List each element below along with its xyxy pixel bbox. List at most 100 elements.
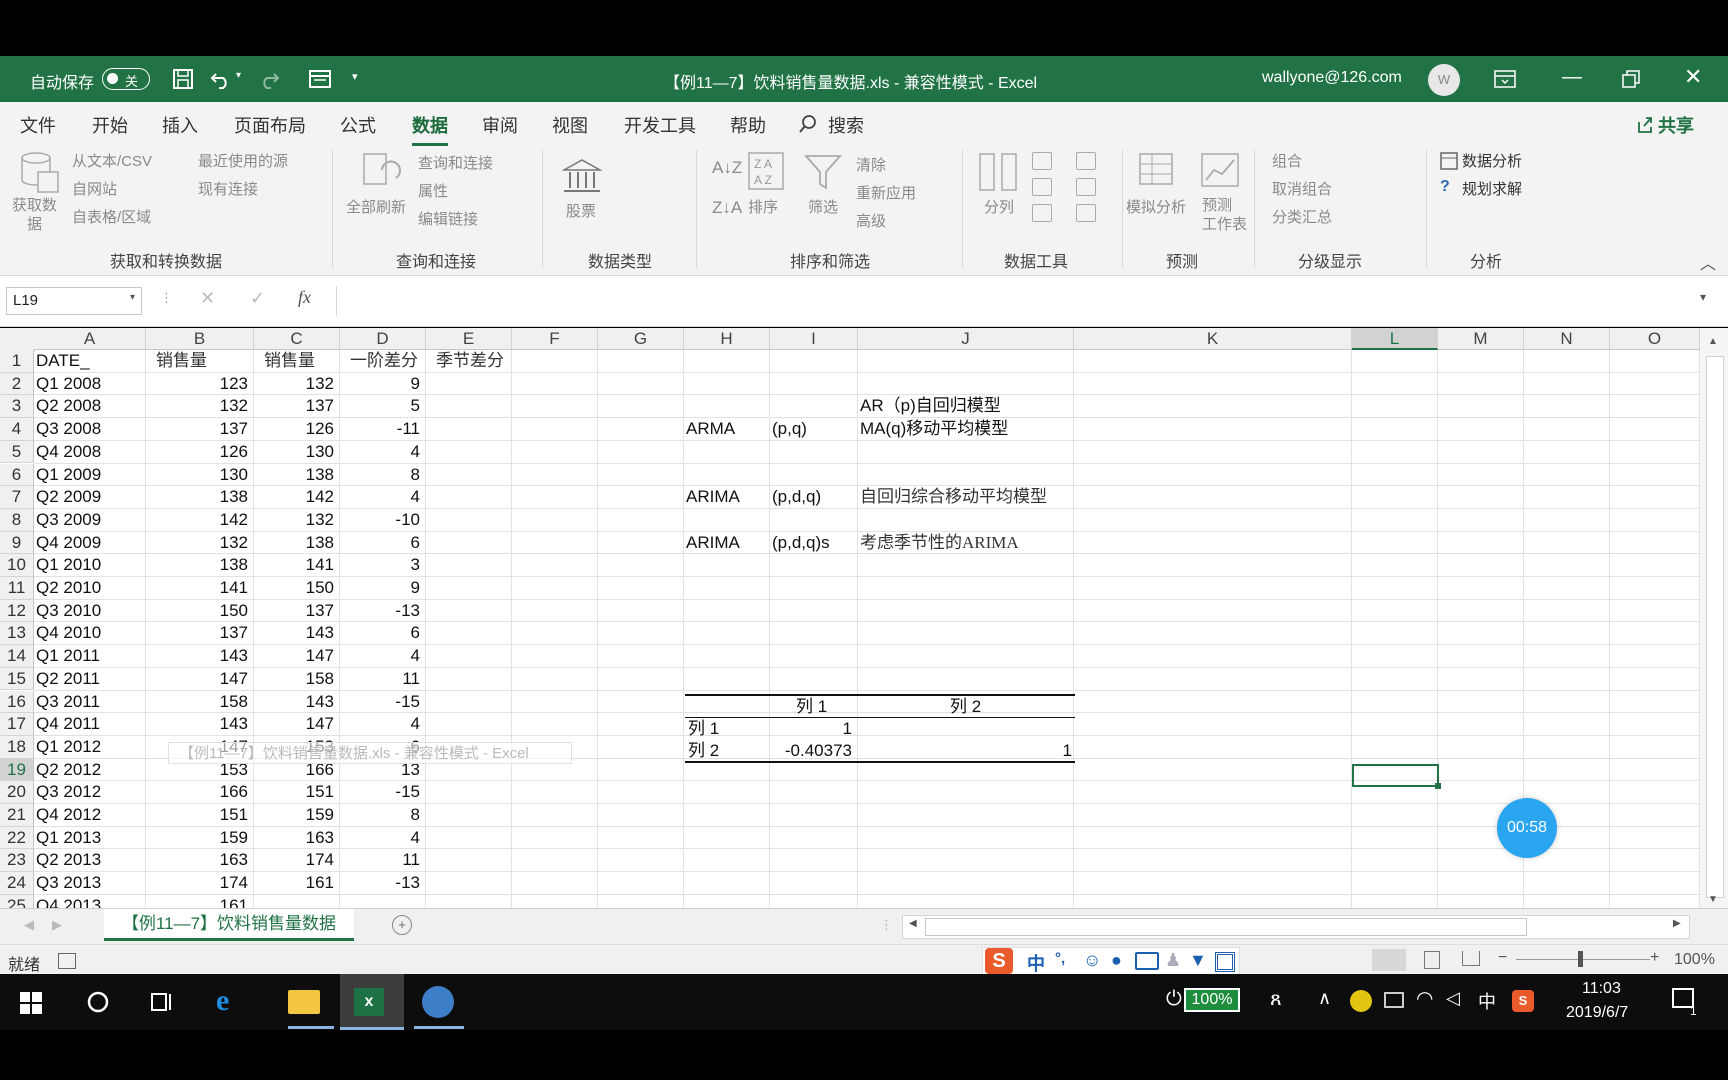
tab-insert[interactable]: 插入: [162, 112, 198, 138]
tab-help[interactable]: 帮助: [730, 112, 766, 138]
vertical-scrollbar[interactable]: ▲ ▼: [1700, 328, 1728, 912]
remove-duplicates-icon[interactable]: [1032, 178, 1052, 196]
save-icon[interactable]: [172, 68, 194, 90]
network-icon[interactable]: ◠: [1416, 986, 1433, 1011]
customize-qat-icon[interactable]: ▾: [352, 70, 358, 83]
cell-d21[interactable]: 8: [340, 804, 420, 826]
sogou-logo-icon[interactable]: S: [985, 948, 1013, 974]
cell-b2[interactable]: 123: [146, 373, 248, 395]
tab-home[interactable]: 开始: [92, 112, 128, 138]
cell-a7[interactable]: Q2 2009: [36, 486, 101, 508]
confirm-entry-icon[interactable]: ✓: [250, 288, 265, 309]
cell-c6[interactable]: 138: [254, 464, 334, 486]
cell-e1[interactable]: 季节差分: [436, 350, 504, 372]
cell-c14[interactable]: 147: [254, 645, 334, 667]
cell-b20[interactable]: 166: [146, 781, 248, 803]
zoom-out-button[interactable]: −: [1498, 949, 1507, 967]
cell-d4[interactable]: -11: [340, 418, 420, 440]
cell-d3[interactable]: 5: [340, 395, 420, 417]
column-header-i[interactable]: I: [770, 328, 858, 350]
cell-a1[interactable]: DATE_: [36, 350, 90, 372]
queries-connections-button[interactable]: 查询和连接: [418, 152, 493, 173]
consolidate-icon[interactable]: [1076, 152, 1096, 170]
cell-c22[interactable]: 163: [254, 827, 334, 849]
power-plug-icon[interactable]: ⏻: [1166, 988, 1182, 1011]
tab-split-icon[interactable]: ⋮: [880, 917, 893, 933]
cell-b21[interactable]: 151: [146, 804, 248, 826]
scroll-left-icon[interactable]: ◀: [909, 918, 917, 929]
column-header-f[interactable]: F: [512, 328, 598, 350]
column-header-c[interactable]: C: [254, 328, 340, 350]
cell-c23[interactable]: 174: [254, 849, 334, 871]
cell-d22[interactable]: 4: [340, 827, 420, 849]
cell-c24[interactable]: 161: [254, 872, 334, 894]
cell-h4[interactable]: ARMA: [686, 418, 735, 440]
row-header[interactable]: 16: [0, 690, 34, 714]
cell-b24[interactable]: 174: [146, 872, 248, 894]
row-header[interactable]: 10: [0, 554, 34, 577]
active-cell-l19[interactable]: [1352, 764, 1439, 787]
share-icon[interactable]: [1636, 114, 1654, 134]
cell-c12[interactable]: 137: [254, 600, 334, 622]
properties-button[interactable]: 属性: [418, 180, 448, 201]
recent-sources-button[interactable]: 最近使用的源: [198, 150, 288, 171]
cell-a14[interactable]: Q1 2011: [36, 645, 100, 667]
cell-a5[interactable]: Q4 2008: [36, 441, 101, 463]
collapse-ribbon-icon[interactable]: ︿: [1700, 250, 1716, 274]
cell-a18[interactable]: Q1 2012: [36, 736, 101, 758]
from-web-button[interactable]: 自网站: [72, 178, 117, 199]
zoom-slider-thumb[interactable]: [1578, 951, 1583, 967]
sort-za-icon[interactable]: Z↓A: [712, 198, 742, 218]
relationships-icon[interactable]: [1076, 178, 1096, 196]
cell-d16[interactable]: -15: [340, 691, 420, 713]
expand-formula-icon[interactable]: ▾: [1700, 290, 1706, 304]
text-to-columns-button[interactable]: 分列: [984, 196, 1014, 217]
cell-c10[interactable]: 141: [254, 554, 334, 576]
cell-b1[interactable]: 销售量: [156, 350, 207, 372]
cell-d15[interactable]: 11: [340, 668, 420, 690]
column-header-d[interactable]: D: [340, 328, 426, 350]
cell-c15[interactable]: 158: [254, 668, 334, 690]
vscroll-thumb[interactable]: [1706, 356, 1724, 898]
cell-d24[interactable]: -13: [340, 872, 420, 894]
get-data-button[interactable]: 获取数 据: [12, 196, 57, 234]
row-header[interactable]: 1: [0, 350, 34, 373]
data-validation-icon[interactable]: [1032, 204, 1052, 222]
formula-input[interactable]: [336, 286, 1717, 316]
redo-icon[interactable]: [258, 68, 280, 90]
file-explorer-icon[interactable]: [288, 990, 320, 1014]
row-header[interactable]: 5: [0, 440, 34, 464]
keyboard-icon[interactable]: [1135, 952, 1159, 970]
undo-dropdown-icon[interactable]: ▾: [236, 70, 241, 81]
minimize-icon[interactable]: —: [1562, 66, 1582, 89]
cell-i9[interactable]: (p,d,q)s: [772, 532, 830, 554]
tab-formulas[interactable]: 公式: [340, 112, 376, 138]
cell-d11[interactable]: 9: [340, 577, 420, 599]
cell-a2[interactable]: Q1 2008: [36, 373, 101, 395]
edit-links-button[interactable]: 编辑链接: [418, 208, 478, 229]
autosave-toggle[interactable]: 关: [102, 68, 150, 90]
cancel-entry-icon[interactable]: ✕: [200, 288, 215, 309]
group-button[interactable]: 组合: [1272, 150, 1302, 171]
cell-d13[interactable]: 6: [340, 622, 420, 644]
cell-a9[interactable]: Q4 2009: [36, 532, 101, 554]
cell-c7[interactable]: 142: [254, 486, 334, 508]
column-header-m[interactable]: M: [1438, 328, 1524, 350]
row-header[interactable]: 13: [0, 622, 34, 646]
select-all-corner[interactable]: [0, 328, 35, 351]
battery-indicator[interactable]: 100%: [1184, 988, 1240, 1012]
accessibility-icon[interactable]: [58, 953, 76, 969]
scroll-right-icon[interactable]: ▶: [1673, 918, 1681, 929]
reapply-button[interactable]: 重新应用: [856, 182, 916, 203]
cell-c13[interactable]: 143: [254, 622, 334, 644]
cell-c9[interactable]: 138: [254, 532, 334, 554]
tray-app-icon[interactable]: [1350, 990, 1372, 1012]
cell-b14[interactable]: 143: [146, 645, 248, 667]
clock-time[interactable]: 11:03: [1582, 980, 1621, 998]
row-header[interactable]: 7: [0, 486, 34, 509]
from-text-csv-button[interactable]: 从文本/CSV: [72, 150, 152, 171]
cell-b9[interactable]: 132: [146, 532, 248, 554]
cell-b25[interactable]: 161: [146, 895, 248, 908]
cell-a12[interactable]: Q3 2010: [36, 600, 101, 622]
row-header[interactable]: 3: [0, 395, 34, 419]
